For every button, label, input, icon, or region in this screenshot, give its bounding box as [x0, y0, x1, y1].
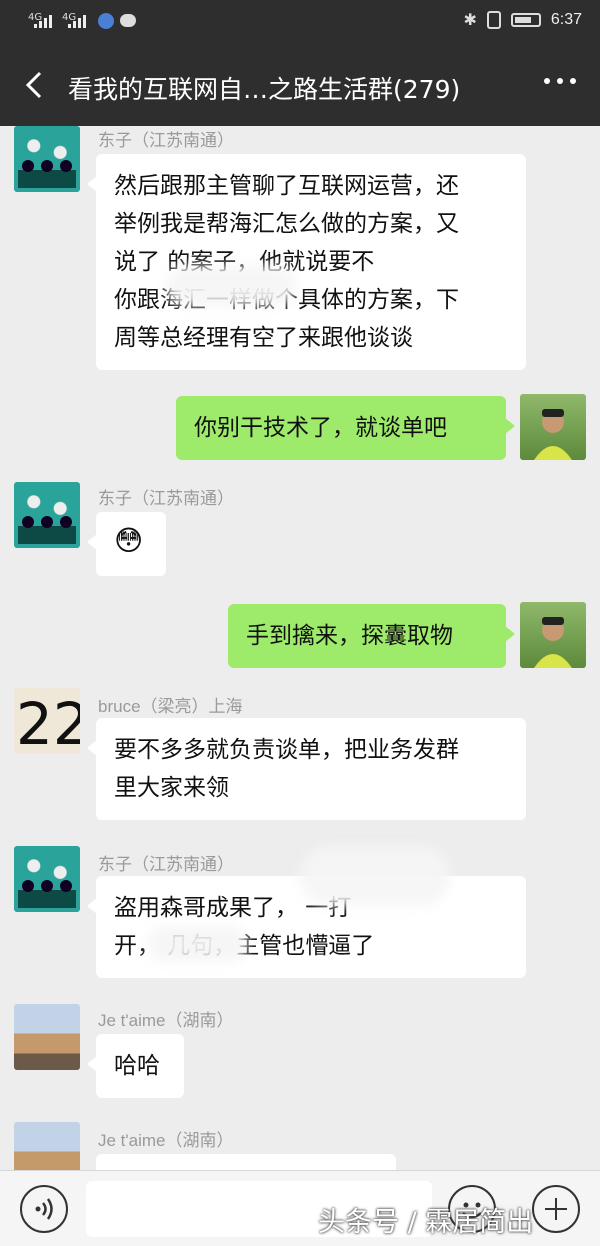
flushed-emoji-icon: 😳: [114, 524, 144, 557]
signal-icon-2: [68, 14, 86, 28]
avatar[interactable]: [520, 394, 586, 460]
watermark: 头条号 / 霖居简出: [318, 1207, 534, 1238]
message-line: 手到擒来，探囊取物: [246, 623, 453, 649]
avatar[interactable]: 22: [14, 688, 80, 754]
status-bar: 4G 4G ✱ 6:37: [0, 0, 600, 44]
message-line: 举例我是帮海汇怎么做的方案，又: [114, 211, 459, 237]
avatar[interactable]: [14, 846, 80, 912]
message-bubble[interactable]: 你别干技术了，就谈单吧: [176, 396, 515, 460]
avatar[interactable]: [14, 1004, 80, 1070]
redaction-blur: [300, 846, 450, 906]
plus-icon[interactable]: [532, 1185, 580, 1233]
message-line: 哈哈: [114, 1053, 160, 1079]
chat-area[interactable]: 东子（江苏南通） 然后跟那主管聊了互联网运营，还 举例我是帮海汇怎么做的方案，又…: [0, 126, 600, 1170]
bluetooth-icon: ✱: [463, 10, 477, 29]
sender-name: 东子（江苏南通）: [98, 855, 234, 874]
avatar[interactable]: [14, 126, 80, 192]
message-line: 周等总经理有空了来跟他谈谈: [114, 325, 413, 351]
sender-name: 东子（江苏南通）: [98, 489, 234, 508]
sender-name: 东子（江苏南通）: [98, 131, 234, 150]
sender-name: Je t'aime（湖南）: [98, 1131, 234, 1150]
chevron-left-icon[interactable]: [18, 68, 52, 102]
message-line: 里大家来领: [114, 775, 229, 801]
avatar[interactable]: [14, 1122, 80, 1170]
avatar[interactable]: [14, 482, 80, 548]
message-bubble[interactable]: [96, 1154, 396, 1170]
status-time: 6:37: [550, 10, 582, 28]
signal-icon: [34, 14, 52, 28]
message-bubble[interactable]: 😳: [87, 512, 166, 576]
message-notification-icon: [120, 14, 136, 27]
voice-icon[interactable]: [20, 1185, 68, 1233]
redaction-blur: [148, 926, 248, 962]
message-line: 要不多多就负责谈单，把业务发群: [114, 737, 459, 763]
redaction-blur: [166, 266, 296, 306]
message-line: 然后跟那主管聊了互联网运营，还: [114, 173, 459, 199]
chat-header: 看我的互联网自…之路生活群(279): [0, 44, 600, 126]
more-dots-icon[interactable]: [544, 78, 576, 84]
sender-name: bruce（梁亮）上海: [98, 697, 243, 716]
sender-name: Je t'aime（湖南）: [98, 1011, 234, 1030]
battery-icon: [510, 12, 541, 27]
message-bubble[interactable]: 要不多多就负责谈单，把业务发群 里大家来领: [87, 718, 526, 820]
vibrate-icon: [486, 10, 501, 29]
app-notification-icon: [98, 13, 114, 29]
message-bubble[interactable]: 哈哈: [87, 1034, 184, 1098]
message-bubble[interactable]: 然后跟那主管聊了互联网运营，还 举例我是帮海汇怎么做的方案，又 说了 的案子，他…: [87, 154, 526, 370]
message-bubble[interactable]: 手到擒来，探囊取物: [228, 604, 515, 668]
chat-title: 看我的互联网自…之路生活群(279): [68, 75, 461, 104]
svg-text:22: 22: [16, 690, 80, 754]
message-line: 你别干技术了，就谈单吧: [194, 415, 447, 441]
avatar[interactable]: [520, 602, 586, 668]
